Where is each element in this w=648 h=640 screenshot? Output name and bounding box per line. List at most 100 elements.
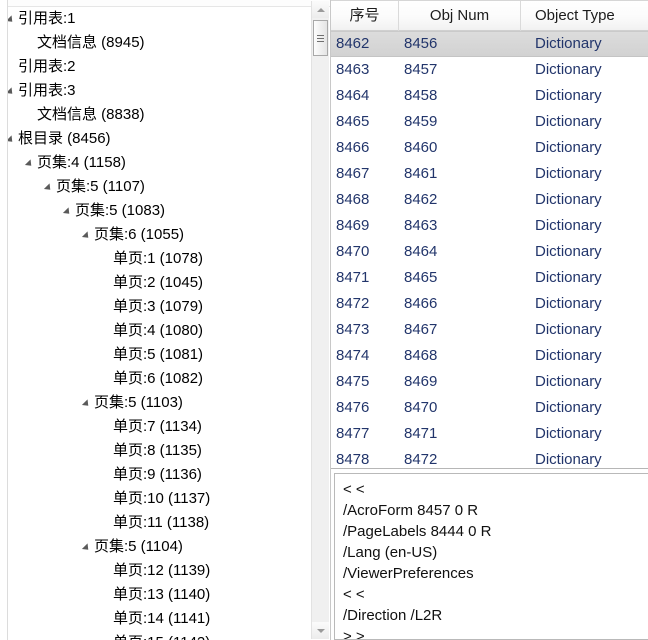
tree-item[interactable]: 页集:6 (1055) xyxy=(8,223,311,247)
cell-seq: 8465 xyxy=(336,113,370,130)
cell-seq: 8464 xyxy=(336,87,370,104)
tree-item-label: 文档信息 (8838) xyxy=(37,106,145,123)
tree-panel-top-edge xyxy=(0,0,330,7)
tree-item[interactable]: 单页:2 (1045) xyxy=(8,271,311,295)
tree-item-label: 页集:5 (1107) xyxy=(56,178,145,195)
cell-obj-num: 8467 xyxy=(404,321,438,338)
tree-item-label: 页集:6 (1055) xyxy=(94,226,185,243)
cell-object-type: Dictionary xyxy=(535,87,602,104)
table-row[interactable]: 8462 8456 Dictionary xyxy=(331,31,648,57)
tree-expander-icon[interactable] xyxy=(8,87,16,97)
cell-object-type: Dictionary xyxy=(535,217,602,234)
column-header-object-type[interactable]: Object Type xyxy=(521,1,648,31)
tree-item[interactable]: 页集:5 (1107) xyxy=(8,175,311,199)
tree-item[interactable]: 单页:9 (1136) xyxy=(8,463,311,487)
cell-seq: 8478 xyxy=(336,451,370,468)
tree-panel-left-edge xyxy=(0,0,8,640)
table-row[interactable]: 8474 8468 Dictionary xyxy=(331,343,648,369)
table-row[interactable]: 8464 8458 Dictionary xyxy=(331,83,648,109)
document-structure-tree[interactable]: 引用表:1 文档信息 (8945) 引用表:2 引用表:3 文档信息 (8838) 根目录… xyxy=(8,7,311,640)
table-row[interactable]: 8468 8462 Dictionary xyxy=(331,187,648,213)
tree-item[interactable]: 单页:8 (1135) xyxy=(8,439,311,463)
tree-item[interactable]: 页集:5 (1104) xyxy=(8,535,311,559)
cell-obj-num: 8465 xyxy=(404,269,438,286)
table-row[interactable]: 8466 8460 Dictionary xyxy=(331,135,648,161)
tree-expander-icon[interactable] xyxy=(43,183,54,193)
tree-item[interactable]: 引用表:2 xyxy=(8,55,311,79)
table-row[interactable]: 8471 8465 Dictionary xyxy=(331,265,648,291)
table-row[interactable]: 8473 8467 Dictionary xyxy=(331,317,648,343)
table-row[interactable]: 8465 8459 Dictionary xyxy=(331,109,648,135)
tree-item-label: 根目录 (8456) xyxy=(18,130,111,147)
tree-expander-icon[interactable] xyxy=(81,399,92,409)
cell-obj-num: 8464 xyxy=(404,243,438,260)
table-row[interactable]: 8476 8470 Dictionary xyxy=(331,395,648,421)
tree-item[interactable]: 单页:14 (1141) xyxy=(8,607,311,631)
column-header-seq[interactable]: 序号 xyxy=(331,1,399,31)
table-row[interactable]: 8478 8472 Dictionary xyxy=(331,447,648,468)
table-row[interactable]: 8463 8457 Dictionary xyxy=(331,57,648,83)
column-header-obj-num[interactable]: Obj Num xyxy=(399,1,521,31)
tree-vertical-scrollbar[interactable] xyxy=(311,1,329,639)
object-detail-pane[interactable]: < < /AcroForm 8457 0 R/PageLabels 8444 0 … xyxy=(334,473,648,640)
tree-item-label: 单页:5 (1081) xyxy=(113,346,204,363)
cell-obj-num: 8456 xyxy=(404,35,438,52)
table-row[interactable]: 8477 8471 Dictionary xyxy=(331,421,648,447)
tree-item[interactable]: 文档信息 (8945) xyxy=(8,31,311,55)
cell-seq: 8474 xyxy=(336,347,370,364)
cell-obj-num: 8457 xyxy=(404,61,438,78)
cell-obj-num: 8466 xyxy=(404,295,438,312)
table-row[interactable]: 8467 8461 Dictionary xyxy=(331,161,648,187)
tree-item-label: 页集:5 (1103) xyxy=(94,394,183,411)
tree-expander-icon[interactable] xyxy=(24,159,35,169)
cell-seq: 8469 xyxy=(336,217,370,234)
scroll-down-arrow-icon[interactable] xyxy=(312,622,329,639)
table-row[interactable]: 8472 8466 Dictionary xyxy=(331,291,648,317)
tree-item[interactable]: 单页:1 (1078) xyxy=(8,247,311,271)
cell-object-type: Dictionary xyxy=(535,243,602,260)
object-grid[interactable]: 序号 Obj Num Object Type 8462 8456 Dictionar… xyxy=(331,0,648,469)
thumb-grip-line xyxy=(317,35,324,36)
tree-item[interactable]: 单页:7 (1134) xyxy=(8,415,311,439)
tree-item-label: 引用表:1 xyxy=(18,10,76,27)
cell-object-type: Dictionary xyxy=(535,269,602,286)
tree-expander-icon[interactable] xyxy=(8,15,16,25)
object-detail-text: < < /AcroForm 8457 0 R/PageLabels 8444 0 … xyxy=(343,479,648,639)
table-row[interactable]: 8469 8463 Dictionary xyxy=(331,213,648,239)
tree-item-label: 引用表:3 xyxy=(18,82,76,99)
tree-item-label: 单页:3 (1079) xyxy=(113,298,204,315)
tree-expander-icon[interactable] xyxy=(8,135,16,145)
table-row[interactable]: 8470 8464 Dictionary xyxy=(331,239,648,265)
tree-item[interactable]: 引用表:1 xyxy=(8,7,311,31)
tree-expander-icon[interactable] xyxy=(81,231,92,241)
cell-obj-num: 8468 xyxy=(404,347,438,364)
tree-item[interactable]: 单页:4 (1080) xyxy=(8,319,311,343)
tree-item[interactable]: 单页:5 (1081) xyxy=(8,343,311,367)
tree-expander-icon[interactable] xyxy=(81,543,92,553)
arrow-down-glyph xyxy=(316,628,325,633)
tree-item[interactable]: 文档信息 (8838) xyxy=(8,103,311,127)
detail-line: < < xyxy=(343,586,365,603)
table-row[interactable]: 8475 8469 Dictionary xyxy=(331,369,648,395)
cell-obj-num: 8470 xyxy=(404,399,438,416)
cell-obj-num: 8469 xyxy=(404,373,438,390)
tree-item[interactable]: 根目录 (8456) xyxy=(8,127,311,151)
tree-item[interactable]: 页集:5 (1083) xyxy=(8,199,311,223)
tree-item[interactable]: 单页:10 (1137) xyxy=(8,487,311,511)
tree-item[interactable]: 单页:15 (1142) xyxy=(8,631,311,640)
tree-item[interactable]: 单页:12 (1139) xyxy=(8,559,311,583)
tree-item[interactable]: 页集:5 (1103) xyxy=(8,391,311,415)
tree-item[interactable]: 单页:13 (1140) xyxy=(8,583,311,607)
tree-expander-icon[interactable] xyxy=(62,207,73,217)
cell-object-type: Dictionary xyxy=(535,35,602,52)
scroll-thumb[interactable] xyxy=(313,20,328,56)
tree-item[interactable]: 单页:11 (1138) xyxy=(8,511,311,535)
tree-item[interactable]: 单页:6 (1082) xyxy=(8,367,311,391)
tree-item-label: 单页:11 (1138) xyxy=(113,514,210,531)
tree-item[interactable]: 单页:3 (1079) xyxy=(8,295,311,319)
cell-seq: 8473 xyxy=(336,321,370,338)
tree-item[interactable]: 页集:4 (1158) xyxy=(8,151,311,175)
cell-obj-num: 8461 xyxy=(404,165,438,182)
tree-item[interactable]: 引用表:3 xyxy=(8,79,311,103)
scroll-up-arrow-icon[interactable] xyxy=(312,1,329,18)
